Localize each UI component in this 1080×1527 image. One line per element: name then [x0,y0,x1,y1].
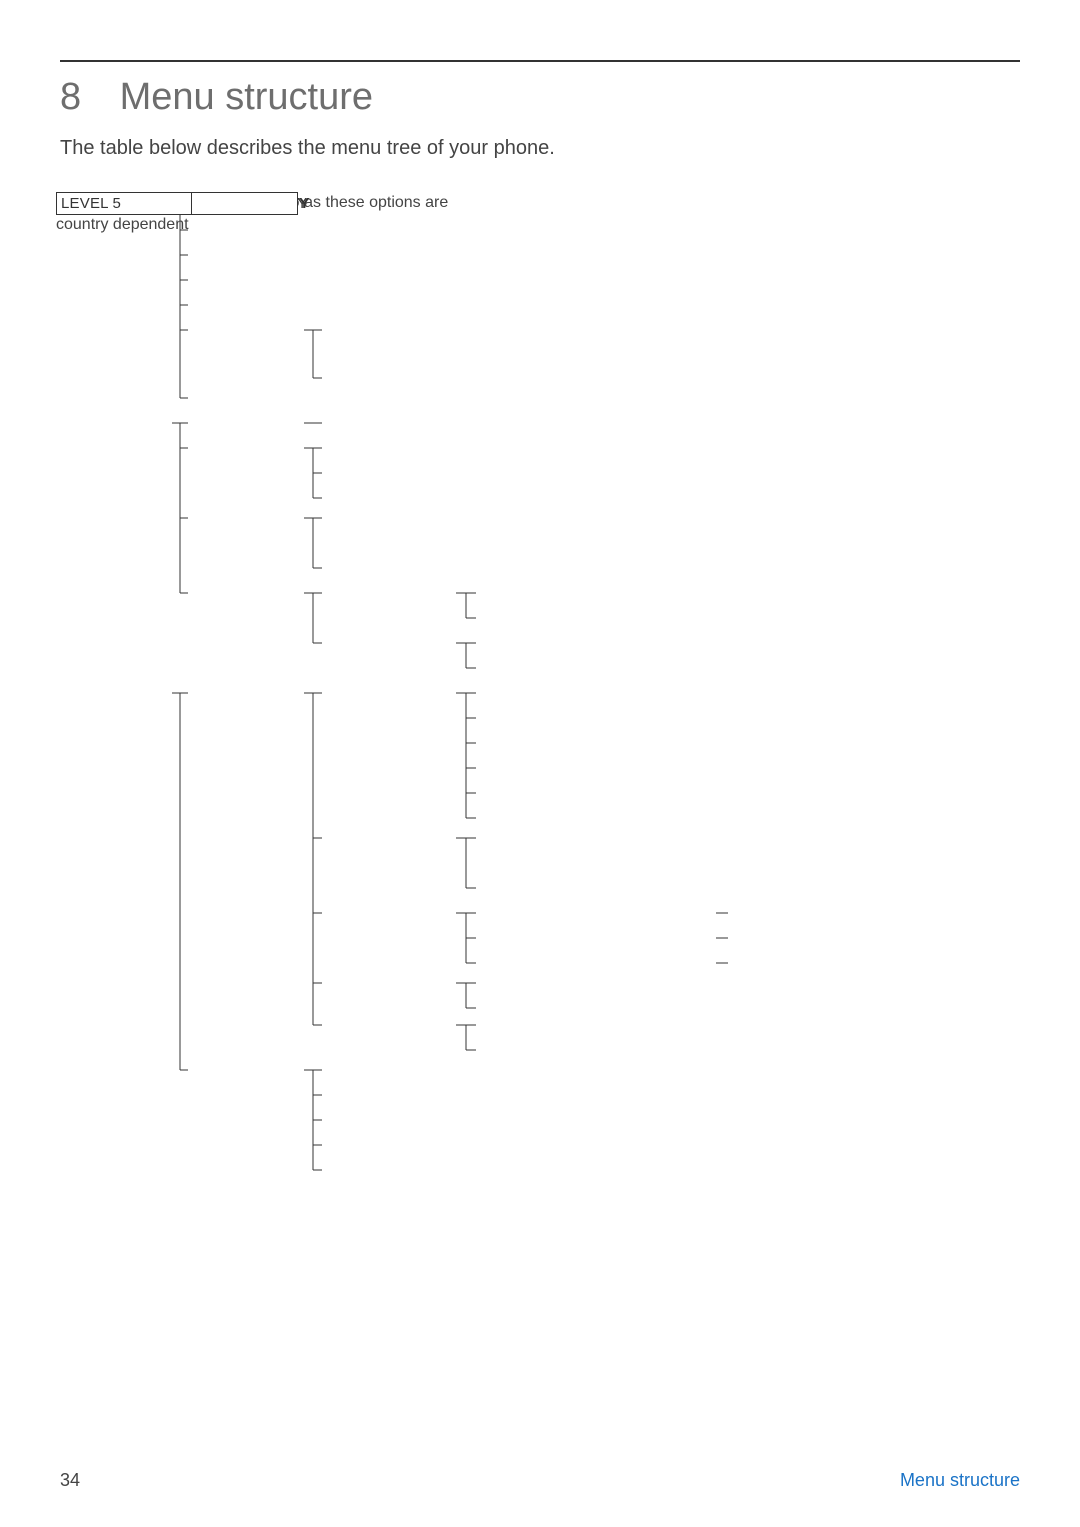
page: 8 Menu structure The table below describ… [0,0,1080,1527]
tree-connectors [56,192,1016,1212]
intro-text: The table below describes the menu tree … [60,137,1020,160]
chapter-number: 8 [60,76,81,118]
top-rule [60,60,1020,62]
chapter-heading: 8 Menu structure [60,76,1020,119]
footer-section: Menu structure [900,1470,1020,1491]
chapter-title: Menu structure [120,76,373,118]
item-level5: LEVEL 5 [56,192,192,215]
menu-tree: PHONEBOOK CLOCK&ALARM PERSONAL SET NEW E… [56,192,1016,1212]
page-number: 34 [60,1470,80,1491]
page-footer: 34 Menu structure [60,1470,1020,1491]
